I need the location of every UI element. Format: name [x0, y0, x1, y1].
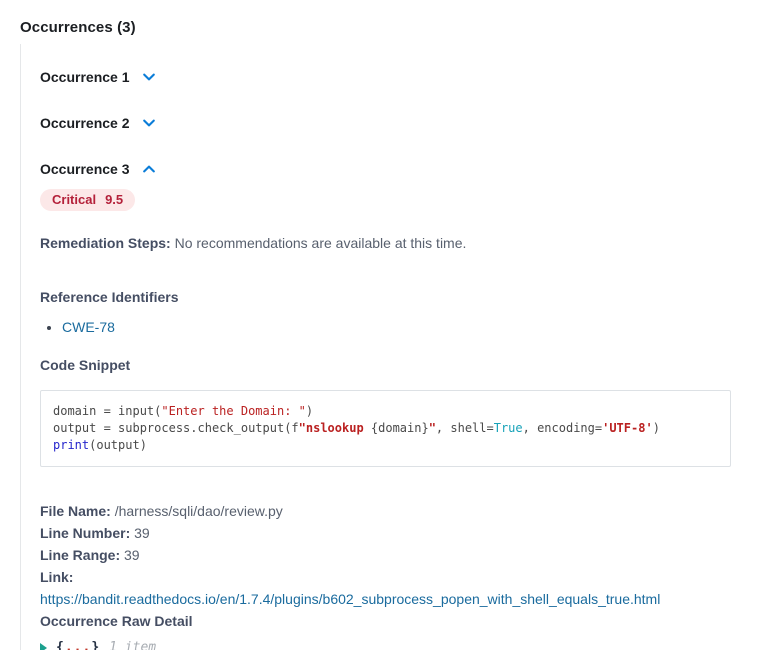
line-range-label: Line Range: [40, 547, 120, 563]
occurrence-detail: Critical 9.5 Remediation Steps: No recom… [40, 189, 751, 650]
remediation-label: Remediation Steps: [40, 235, 171, 251]
raw-detail-expander: {...} 1 item [40, 640, 751, 650]
link-row: Link: [40, 566, 751, 588]
file-name-value: /harness/sqli/dao/review.py [115, 503, 283, 519]
bandit-doc-link[interactable]: https://bandit.readthedocs.io/en/1.7.4/p… [40, 591, 660, 607]
occurrence-toggle-2[interactable]: Occurrence 2 [40, 115, 751, 131]
occurrence-label: Occurrence 3 [40, 161, 130, 177]
chevron-up-icon [141, 161, 157, 177]
raw-detail-heading: Occurrence Raw Detail [40, 610, 751, 632]
chevron-down-icon [141, 69, 157, 85]
occurrence-label: Occurrence 2 [40, 115, 130, 131]
remediation-text: No recommendations are available at this… [175, 235, 467, 251]
raw-json-collapsed[interactable]: {...} [56, 640, 100, 650]
file-name-label: File Name: [40, 503, 111, 519]
code-snippet-box: domain = input("Enter the Domain: ")outp… [40, 390, 731, 467]
occurrences-panel: Occurrences (3) Occurrence 1 Occurrence … [0, 0, 771, 650]
remediation-steps: Remediation Steps: No recommendations ar… [40, 235, 751, 251]
severity-score: 9.5 [105, 192, 123, 207]
line-number-value: 39 [134, 525, 150, 541]
occurrence-list: Occurrence 1 Occurrence 2 Occurrence 3 C… [20, 44, 751, 650]
line-number-row: Line Number: 39 [40, 522, 751, 544]
severity-badge: Critical 9.5 [40, 189, 135, 211]
code-snippet-heading: Code Snippet [40, 357, 751, 373]
occurrence-toggle-3[interactable]: Occurrence 3 [40, 161, 751, 177]
occurrence-meta: File Name: /harness/sqli/dao/review.py L… [40, 500, 751, 632]
cwe-link[interactable]: CWE-78 [62, 319, 115, 335]
severity-label: Critical [52, 192, 96, 207]
file-name-row: File Name: /harness/sqli/dao/review.py [40, 500, 751, 522]
line-range-row: Line Range: 39 [40, 544, 751, 566]
raw-item-count: 1 item [109, 640, 156, 650]
expand-triangle-icon[interactable] [40, 643, 47, 650]
code-snippet: domain = input("Enter the Domain: ")outp… [53, 403, 718, 454]
link-label: Link: [40, 569, 73, 585]
line-range-value: 39 [124, 547, 140, 563]
chevron-down-icon [141, 115, 157, 131]
occurrence-toggle-1[interactable]: Occurrence 1 [40, 69, 751, 85]
line-number-label: Line Number: [40, 525, 130, 541]
page-title: Occurrences (3) [20, 19, 751, 36]
reference-identifiers-heading: Reference Identifiers [40, 289, 751, 305]
occurrence-label: Occurrence 1 [40, 69, 130, 85]
list-item: CWE-78 [62, 319, 751, 335]
link-url-row: https://bandit.readthedocs.io/en/1.7.4/p… [40, 588, 751, 610]
reference-identifiers-list: CWE-78 [40, 319, 751, 335]
ellipsis[interactable]: ... [65, 640, 91, 650]
